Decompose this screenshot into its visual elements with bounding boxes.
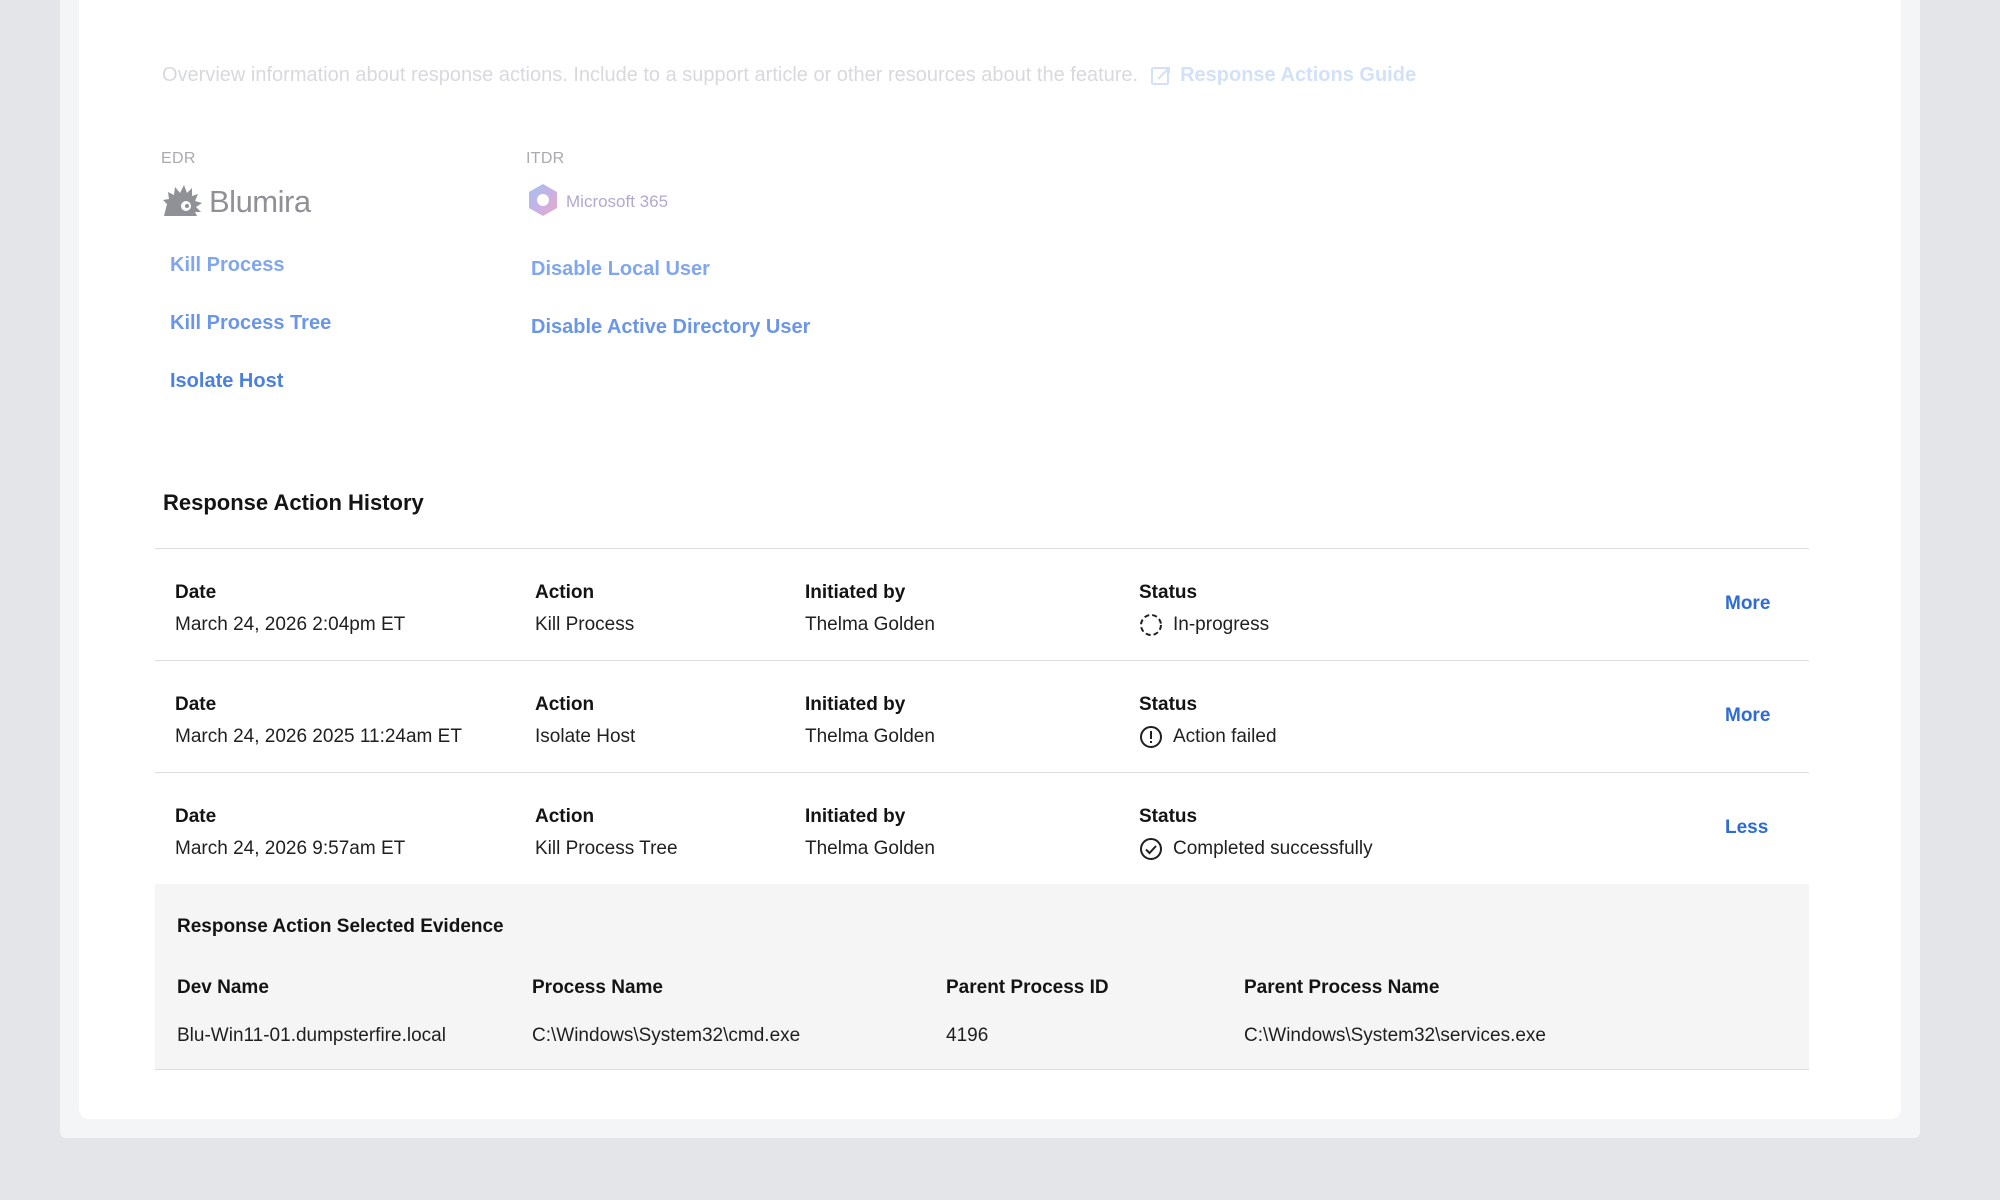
dev-name-value: Blu-Win11-01.dumpsterfire.local: [177, 1025, 446, 1046]
more-button[interactable]: More: [1725, 593, 1770, 615]
status-text: Completed successfully: [1173, 838, 1373, 859]
action-cell: Action Isolate Host: [535, 693, 635, 749]
status-cell: Status In-progress: [1139, 581, 1269, 637]
table-row: Date March 24, 2026 2:04pm ET Action Kil…: [155, 548, 1809, 660]
status-cell: Status Action failed: [1139, 693, 1277, 749]
status-text: In-progress: [1173, 614, 1270, 635]
more-button[interactable]: More: [1725, 705, 1770, 727]
evidence-process-name: Process Name C:\Windows\System32\cmd.exe: [532, 976, 800, 1048]
microsoft-365-wordmark: Microsoft 365: [566, 192, 669, 211]
check-circle-icon: [1139, 837, 1163, 861]
action-cell: Action Kill Process Tree: [535, 805, 678, 861]
action-label: Action: [535, 694, 595, 715]
date-cell: Date March 24, 2026 9:57am ET: [175, 805, 405, 861]
dev-name-label: Dev Name: [177, 977, 269, 998]
microsoft-365-logo: Microsoft 365: [526, 182, 668, 222]
blumira-logo: Blumira: [161, 184, 311, 220]
action-value: Kill Process: [535, 614, 635, 635]
history-table: Date March 24, 2026 2:04pm ET Action Kil…: [155, 548, 1809, 1070]
blumira-hedgehog-icon: [161, 182, 205, 223]
status-text: Action failed: [1173, 726, 1277, 747]
alert-circle-icon: [1139, 725, 1163, 749]
evidence-parent-process-name: Parent Process Name C:\Windows\System32\…: [1244, 976, 1546, 1048]
action-value: Kill Process Tree: [535, 838, 678, 859]
intro-row: Overview information about response acti…: [162, 64, 1416, 87]
action-label: Action: [535, 582, 595, 603]
status-value: Completed successfully: [1139, 837, 1373, 861]
evidence-dev-name: Dev Name Blu-Win11-01.dumpsterfire.local: [177, 976, 446, 1048]
status-value: Action failed: [1139, 725, 1277, 749]
date-cell: Date March 24, 2026 2025 11:24am ET: [175, 693, 462, 749]
date-value: March 24, 2026 2:04pm ET: [175, 614, 406, 635]
initiated-by-value: Thelma Golden: [805, 838, 935, 859]
date-label: Date: [175, 806, 217, 827]
intro-text: Overview information about response acti…: [162, 64, 1139, 86]
initiated-by-label: Initiated by: [805, 582, 906, 603]
action-label: Action: [535, 806, 595, 827]
status-label: Status: [1139, 582, 1198, 603]
disable-active-directory-user-link[interactable]: Disable Active Directory User: [531, 316, 810, 339]
initiated-by-cell: Initiated by Thelma Golden: [805, 805, 935, 861]
response-action-history-title: Response Action History: [163, 490, 424, 515]
kill-process-link[interactable]: Kill Process: [170, 254, 285, 277]
action-cell: Action Kill Process: [535, 581, 634, 637]
selected-evidence-panel: Response Action Selected Evidence Dev Na…: [155, 884, 1809, 1070]
isolate-host-link[interactable]: Isolate Host: [170, 370, 283, 393]
date-value: March 24, 2026 9:57am ET: [175, 838, 406, 859]
initiated-by-cell: Initiated by Thelma Golden: [805, 693, 935, 749]
action-value: Isolate Host: [535, 726, 636, 747]
kill-process-tree-link[interactable]: Kill Process Tree: [170, 312, 331, 335]
disable-local-user-link[interactable]: Disable Local User: [531, 258, 710, 281]
status-value: In-progress: [1139, 613, 1269, 637]
external-link-icon[interactable]: [1150, 65, 1172, 87]
status-cell: Status Completed successfully: [1139, 805, 1373, 861]
date-label: Date: [175, 694, 217, 715]
response-actions-guide-link[interactable]: Response Actions Guide: [1180, 64, 1416, 87]
date-value: March 24, 2026 2025 11:24am ET: [175, 726, 462, 747]
parent-process-name-value: C:\Windows\System32\services.exe: [1244, 1025, 1546, 1046]
less-button[interactable]: Less: [1725, 817, 1768, 839]
date-label: Date: [175, 582, 217, 603]
evidence-title: Response Action Selected Evidence: [177, 916, 504, 937]
initiated-by-label: Initiated by: [805, 694, 906, 715]
process-name-label: Process Name: [532, 977, 663, 998]
initiated-by-value: Thelma Golden: [805, 726, 935, 747]
initiated-by-value: Thelma Golden: [805, 614, 935, 635]
table-row: Date March 24, 2026 2025 11:24am ET Acti…: [155, 660, 1809, 772]
microsoft-365-icon: [526, 182, 560, 223]
process-name-value: C:\Windows\System32\cmd.exe: [532, 1025, 801, 1046]
itdr-column: ITDR Microsoft 365: [526, 150, 668, 222]
parent-process-name-label: Parent Process Name: [1244, 977, 1440, 998]
status-label: Status: [1139, 806, 1198, 827]
edr-label: EDR: [161, 150, 196, 167]
in-progress-icon: [1139, 613, 1163, 637]
status-label: Status: [1139, 694, 1198, 715]
edr-column: EDR Blumira: [161, 150, 311, 220]
evidence-parent-process-id: Parent Process ID 4196: [946, 976, 1109, 1048]
initiated-by-label: Initiated by: [805, 806, 906, 827]
parent-process-id-value: 4196: [946, 1025, 989, 1046]
initiated-by-cell: Initiated by Thelma Golden: [805, 581, 935, 637]
parent-process-id-label: Parent Process ID: [946, 977, 1109, 998]
date-cell: Date March 24, 2026 2:04pm ET: [175, 581, 405, 637]
itdr-label: ITDR: [526, 150, 565, 167]
table-row: Date March 24, 2026 9:57am ET Action Kil…: [155, 772, 1809, 884]
blumira-wordmark: Blumira: [209, 184, 311, 219]
